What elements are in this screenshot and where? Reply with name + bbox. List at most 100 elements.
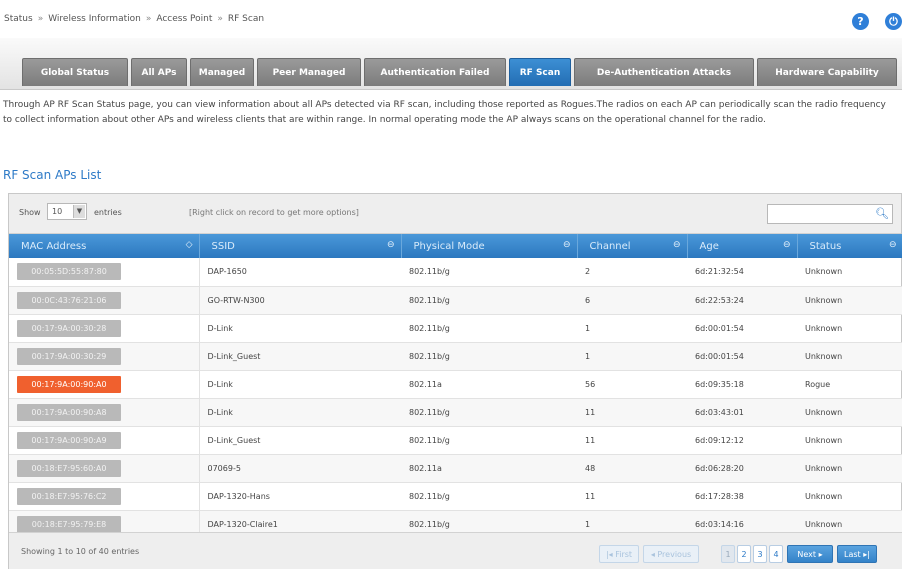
tab-all-aps[interactable]: All APs	[131, 58, 187, 86]
tab-de-authentication-attacks[interactable]: De-Authentication Attacks	[574, 58, 754, 86]
sort-icon: ◇	[185, 240, 193, 250]
mac-address-badge[interactable]: 00:0C:43:76:21:06	[17, 291, 121, 309]
table-row[interactable]: 00:18:E7:95:76:C2 DAP-1320-Hans 802.11b/g 1…	[9, 482, 902, 511]
table-footer: Showing 1 to 10 of 40 entries |◂ First ◂…	[9, 532, 902, 569]
column-header-status[interactable]: Status ⊖	[797, 234, 902, 258]
sort-icon: ⊖	[562, 240, 571, 250]
channel-cell: 2	[577, 258, 687, 287]
age-cell: 6d:00:01:54	[687, 342, 797, 371]
table-body: 00:05:5D:55:87:80 DAP-1650 802.11b/g 2 6d:21…	[9, 258, 902, 539]
physical-mode-cell: 802.11b/g	[401, 426, 577, 455]
ssid-cell: D-Link_Guest	[199, 426, 401, 455]
channel-cell: 56	[577, 370, 687, 399]
help-icon[interactable]: ?	[852, 13, 869, 30]
status-cell: Unknown	[797, 426, 902, 455]
table-row[interactable]: 00:0C:43:76:21:06 GO-RTW-N300 802.11b/g 6 6d…	[9, 286, 902, 315]
breadcrumb-item[interactable]: Access Point	[156, 14, 212, 24]
right-click-hint: [Right click on record to get more optio…	[189, 208, 359, 217]
column-header-channel[interactable]: Channel ⊖	[577, 234, 688, 258]
channel-cell: 1	[577, 342, 687, 371]
status-cell: Unknown	[797, 286, 902, 315]
entries-select-value: 10	[52, 207, 63, 216]
table-row[interactable]: 00:17:9A:00:90:A9 D-Link_Guest 802.11b/g 11…	[9, 426, 902, 455]
page-button-2[interactable]: 2	[737, 545, 751, 563]
breadcrumb-item[interactable]: Wireless Information	[48, 14, 141, 24]
entries-select[interactable]: 10 ▼	[47, 203, 87, 220]
status-cell: Unknown	[797, 314, 902, 343]
age-cell: 6d:22:53:24	[687, 286, 797, 315]
column-header-mac-address[interactable]: MAC Address ◇	[9, 234, 200, 258]
breadcrumb-separator: »	[145, 14, 152, 24]
table-row[interactable]: 00:18:E7:95:60:A0 07069-5 802.11a 48 6d:06:2…	[9, 454, 902, 483]
channel-cell: 48	[577, 454, 687, 483]
mac-address-cell: 00:17:9A:00:90:A0	[9, 370, 200, 399]
age-cell: 6d:09:35:18	[687, 370, 797, 399]
tab-managed[interactable]: Managed	[190, 58, 254, 86]
column-header-ssid[interactable]: SSID ⊖	[199, 234, 402, 258]
tab-rf-scan[interactable]: RF Scan	[509, 58, 571, 86]
status-cell: Unknown	[797, 482, 902, 511]
column-header-physical-mode[interactable]: Physical Mode ⊖	[401, 234, 578, 258]
ssid-cell: D-Link_Guest	[199, 342, 401, 371]
status-cell: Unknown	[797, 398, 902, 427]
mac-address-cell: 00:18:E7:95:76:C2	[9, 482, 200, 511]
mac-address-cell: 00:0C:43:76:21:06	[9, 286, 200, 315]
tab-authentication-failed[interactable]: Authentication Failed	[364, 58, 506, 86]
ssid-cell: D-Link	[199, 314, 401, 343]
physical-mode-cell: 802.11b/g	[401, 286, 577, 315]
logout-icon[interactable]: ⏻	[885, 13, 902, 30]
tab-global-status[interactable]: Global Status	[22, 58, 128, 86]
rf-scan-table: MAC Address ◇ SSID ⊖ Physical Mode ⊖ Channe…	[9, 234, 902, 539]
table-row[interactable]: 00:17:9A:00:90:A0 D-Link 802.11a 56 6d:09:35…	[9, 370, 902, 399]
last-page-button[interactable]: Last ▸|	[837, 545, 877, 563]
last-page-icon: ▸|	[863, 550, 870, 559]
table-toolbar: Show 10 ▼ entries [Right click on record…	[9, 194, 901, 234]
breadcrumb-item: RF Scan	[227, 14, 265, 24]
mac-address-badge[interactable]: 00:05:5D:55:87:80	[17, 263, 121, 281]
tab-hardware-capability[interactable]: Hardware Capability	[757, 58, 897, 86]
page-button-4[interactable]: 4	[769, 545, 783, 563]
search-icon[interactable]: 🔍︎	[875, 207, 889, 220]
first-page-icon: |◂	[605, 550, 613, 559]
table-row[interactable]: 00:17:9A:00:30:29 D-Link_Guest 802.11b/g 1 6…	[9, 342, 902, 371]
mac-address-badge[interactable]: 00:17:9A:00:90:A8	[17, 403, 121, 421]
physical-mode-cell: 802.11b/g	[401, 314, 577, 343]
first-page-button[interactable]: |◂ First	[599, 545, 639, 563]
mac-address-badge[interactable]: 00:18:E7:95:79:E8	[17, 515, 121, 533]
page-description: Through AP RF Scan Status page, you can …	[3, 100, 886, 125]
mac-address-badge[interactable]: 00:17:9A:00:90:A9	[17, 431, 121, 449]
mac-address-badge[interactable]: 00:18:E7:95:60:A0	[17, 459, 121, 477]
mac-address-badge[interactable]: 00:18:E7:95:76:C2	[17, 487, 121, 505]
ssid-cell: 07069-5	[199, 454, 401, 483]
table-row[interactable]: 00:17:9A:00:30:28 D-Link 802.11b/g 1 6d:00:0…	[9, 314, 902, 343]
ssid-cell: DAP-1320-Hans	[199, 482, 401, 511]
rf-scan-table-panel: Show 10 ▼ entries [Right click on record…	[8, 193, 902, 569]
channel-cell: 1	[577, 314, 687, 343]
previous-page-button[interactable]: ◂ Previous	[643, 545, 699, 563]
table-row[interactable]: 00:05:5D:55:87:80 DAP-1650 802.11b/g 2 6d:21…	[9, 258, 902, 287]
column-header-age[interactable]: Age ⊖	[687, 234, 798, 258]
breadcrumb-item[interactable]: Status	[4, 14, 33, 24]
page-button-3[interactable]: 3	[753, 545, 767, 563]
breadcrumb-separator: »	[37, 14, 44, 24]
mac-address-cell: 00:17:9A:00:90:A9	[9, 426, 200, 455]
mac-address-cell: 00:18:E7:95:60:A0	[9, 454, 200, 483]
next-page-icon: ▸	[818, 550, 823, 559]
table-header-row: MAC Address ◇ SSID ⊖ Physical Mode ⊖ Channe…	[9, 234, 902, 258]
table-row[interactable]: 00:17:9A:00:90:A8 D-Link 802.11b/g 11 6d:03:…	[9, 398, 902, 427]
breadcrumb-separator: »	[217, 14, 223, 24]
ssid-cell: D-Link	[199, 398, 401, 427]
mac-address-badge[interactable]: 00:17:9A:00:30:28	[17, 319, 121, 337]
mac-address-badge[interactable]: 00:17:9A:00:90:A0	[17, 375, 121, 393]
status-cell: Unknown	[797, 258, 902, 287]
mac-address-badge[interactable]: 00:17:9A:00:30:29	[17, 347, 121, 365]
channel-cell: 11	[577, 426, 687, 455]
tab-peer-managed[interactable]: Peer Managed	[257, 58, 361, 86]
previous-page-icon: ◂	[650, 550, 655, 559]
physical-mode-cell: 802.11b/g	[401, 482, 577, 511]
channel-cell: 11	[577, 398, 687, 427]
entries-label: entries	[94, 208, 122, 217]
physical-mode-cell: 802.11b/g	[401, 398, 577, 427]
next-page-button[interactable]: Next ▸	[787, 545, 833, 563]
page-button-1[interactable]: 1	[721, 545, 735, 563]
